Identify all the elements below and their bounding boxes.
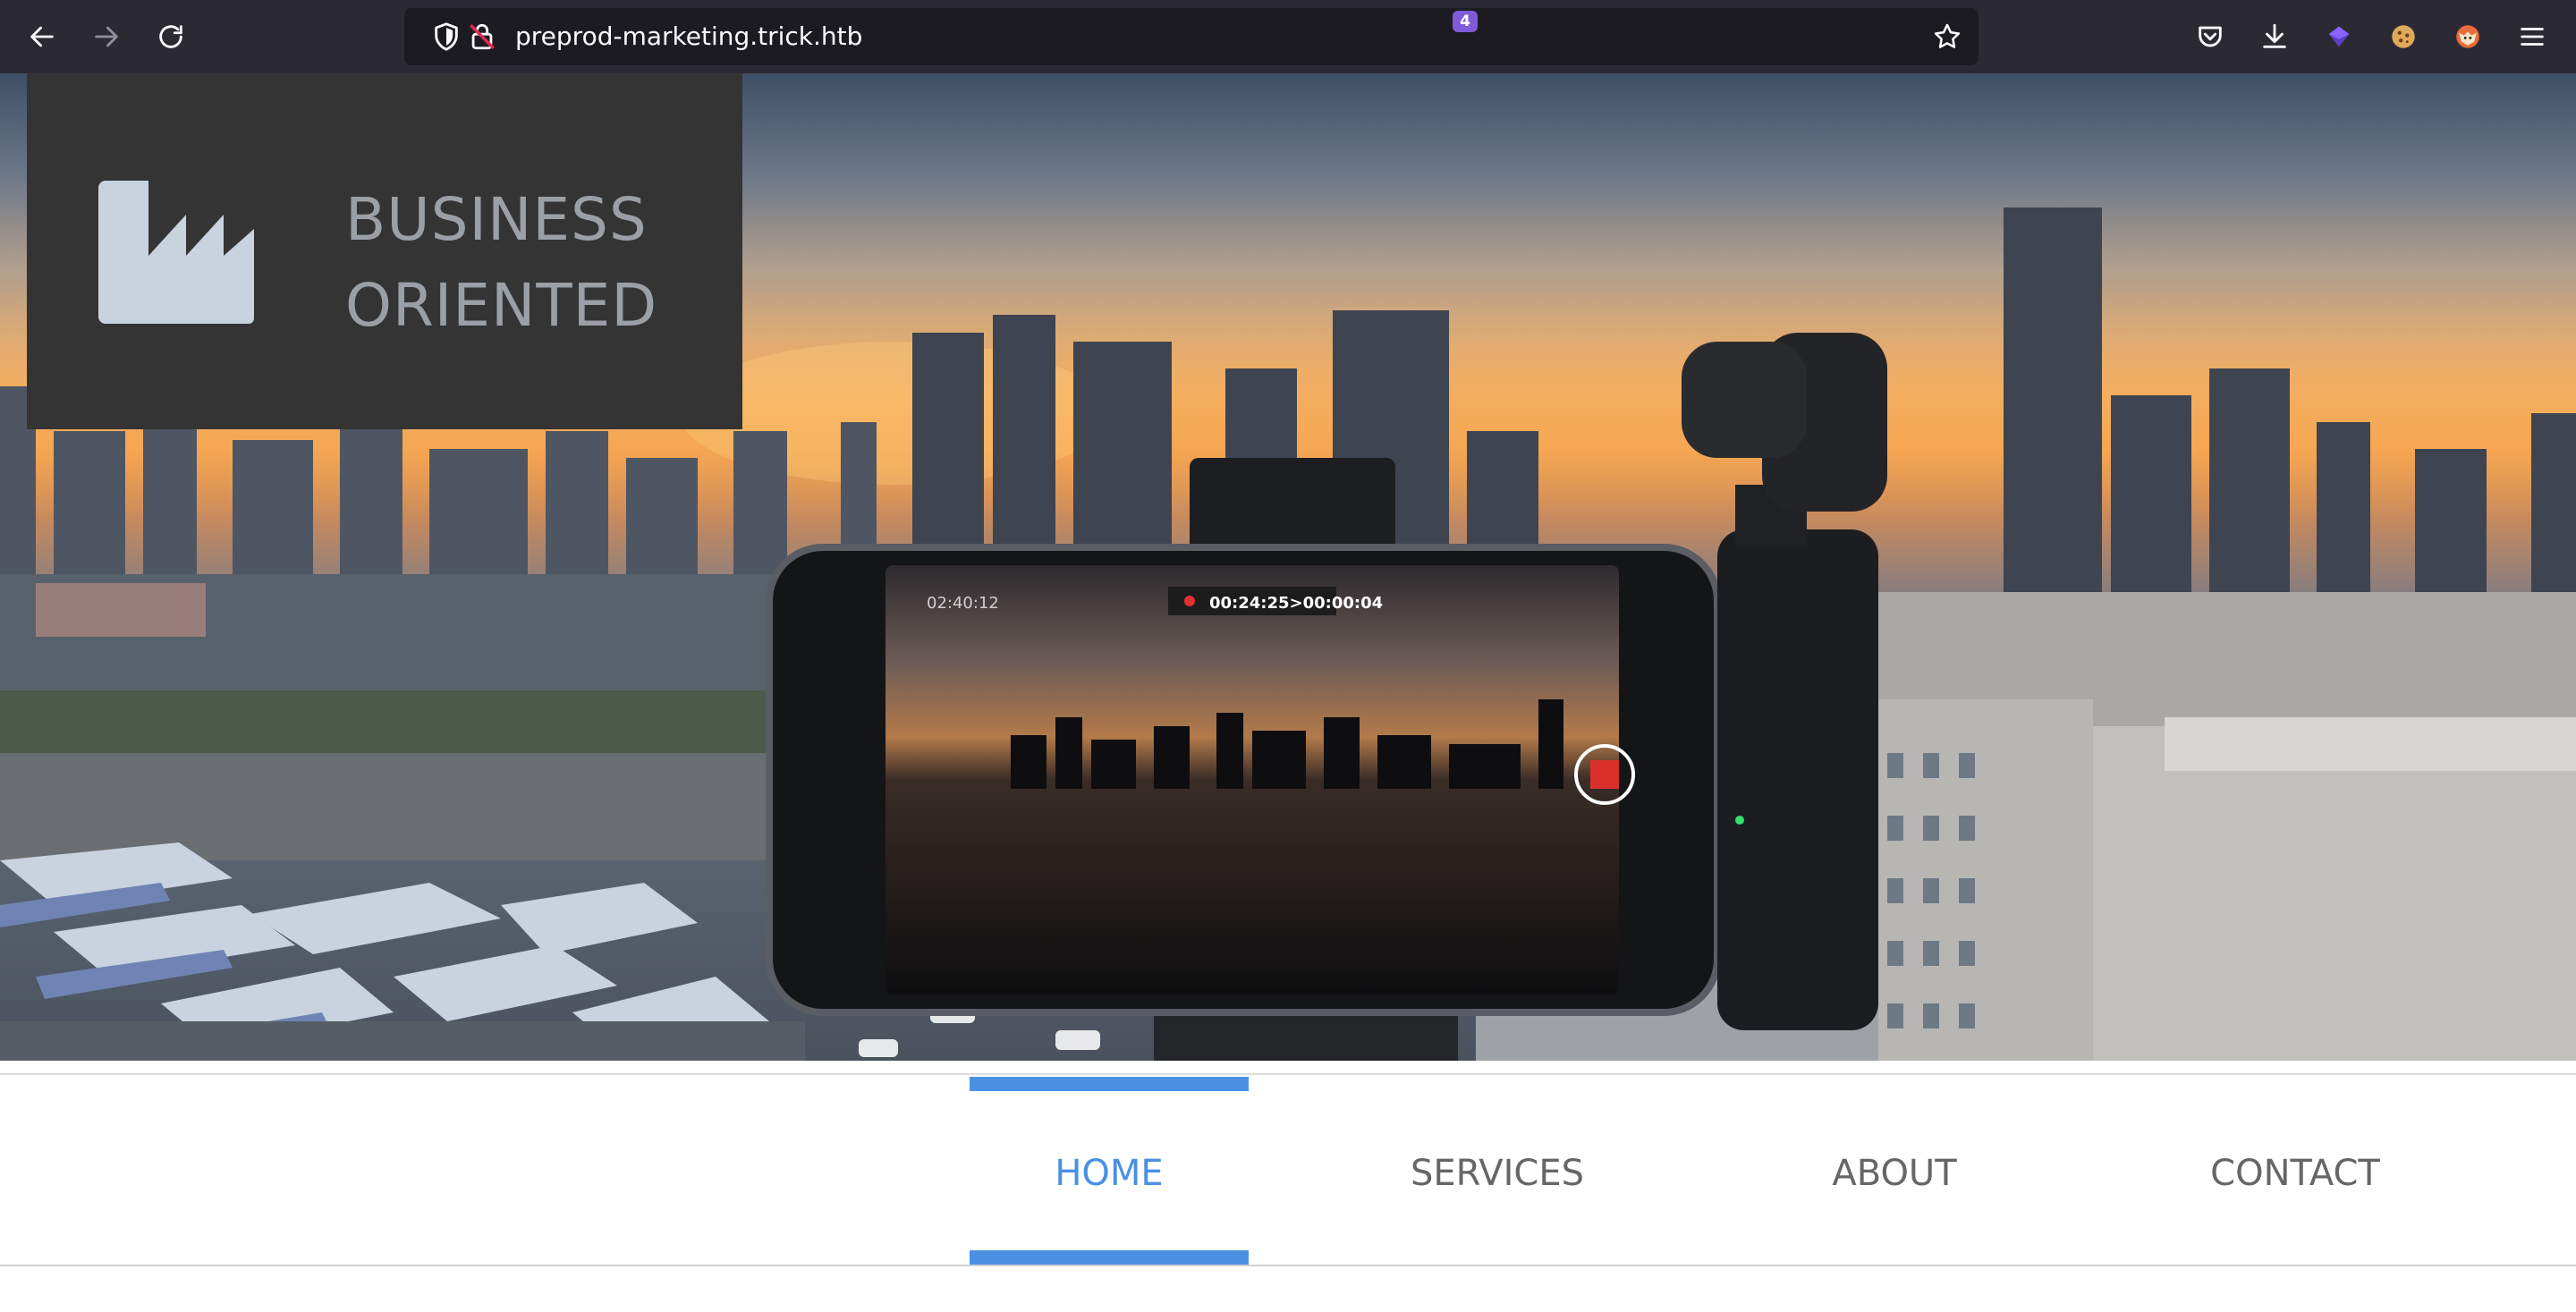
back-button[interactable] <box>16 11 68 63</box>
url-text[interactable]: preprod-marketing.trick.htb <box>515 8 862 65</box>
extension-icon <box>2328 26 2350 47</box>
logo-line-1: BUSINESS <box>345 185 648 254</box>
nav-top-divider <box>0 1073 2576 1075</box>
device-time: 02:40:12 <box>927 594 999 613</box>
cookie-icon <box>2392 25 2415 48</box>
arrow-left-icon <box>30 26 54 47</box>
logo-text: BUSINESS ORIENTED <box>345 177 657 349</box>
nav-home[interactable]: HOME <box>970 1077 1249 1265</box>
url-bar[interactable]: preprod-marketing.trick.htb <box>404 8 1979 65</box>
star-icon[interactable] <box>1932 21 1962 52</box>
insecure-lock-icon[interactable] <box>467 21 497 52</box>
extension-badge: 4 <box>1453 11 1478 32</box>
downloads-button[interactable] <box>2249 11 2301 63</box>
extension-button[interactable] <box>2313 11 2365 63</box>
arrow-right-icon <box>95 26 118 47</box>
browser-toolbar: preprod-marketing.trick.htb 4 <box>0 0 2576 73</box>
site-logo[interactable]: BUSINESS ORIENTED <box>27 73 742 429</box>
nav-services[interactable]: SERVICES <box>1358 1084 1637 1263</box>
pocket-icon <box>2199 26 2222 47</box>
nav-about[interactable]: ABOUT <box>1755 1084 2034 1263</box>
pocket-button[interactable] <box>2184 11 2236 63</box>
cookie-button[interactable] <box>2377 11 2429 63</box>
forward-button[interactable] <box>80 11 132 63</box>
factory-icon <box>98 181 254 324</box>
hamburger-menu-icon <box>2521 28 2544 46</box>
fox-extension-icon <box>2456 25 2479 48</box>
nav-contact[interactable]: CONTACT <box>2156 1084 2435 1263</box>
download-icon <box>2263 23 2286 48</box>
tracking-shield-icon[interactable] <box>431 21 462 52</box>
logo-line-2: ORIENTED <box>345 271 658 340</box>
fox-extension-button[interactable] <box>2442 11 2494 63</box>
menu-button[interactable] <box>2506 11 2558 63</box>
nav-bottom-divider <box>0 1265 2576 1266</box>
reload-button[interactable] <box>145 11 197 63</box>
recording-timer: 00:24:25>00:00:04 <box>1209 594 1383 613</box>
reload-icon <box>159 25 182 48</box>
